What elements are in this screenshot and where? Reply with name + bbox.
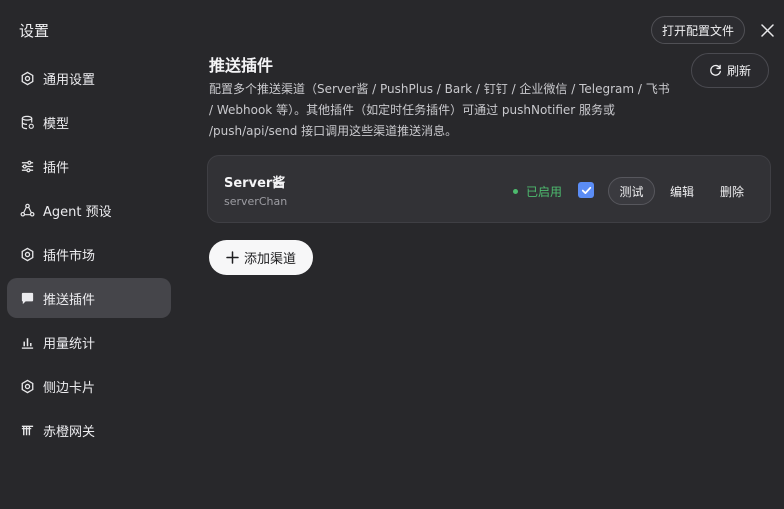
sidebar-item-side-cards[interactable]: 侧边卡片 bbox=[7, 366, 171, 406]
sidebar-item-label: 模型 bbox=[43, 116, 70, 132]
sidebar: 通用设置 模型 插件 Agent 预设 插件市场 推送插件 用量统计 侧边卡片 … bbox=[7, 58, 171, 454]
gear-icon bbox=[19, 378, 35, 394]
page-title: 推送插件 bbox=[209, 56, 274, 75]
channel-id: serverChan bbox=[224, 195, 288, 208]
sidebar-item-usage-stats[interactable]: 用量统计 bbox=[7, 322, 171, 362]
sidebar-item-gateway[interactable]: 赤橙网关 bbox=[7, 410, 171, 450]
sidebar-item-models[interactable]: 模型 bbox=[7, 102, 171, 142]
add-channel-label: 添加渠道 bbox=[243, 252, 296, 267]
database-icon bbox=[19, 114, 35, 130]
sidebar-item-label: Agent 预设 bbox=[43, 204, 112, 220]
sidebar-item-plugin-market[interactable]: 插件市场 bbox=[7, 234, 171, 274]
sidebar-item-label: 赤橙网关 bbox=[43, 424, 96, 440]
refresh-label: 刷新 bbox=[726, 64, 751, 78]
check-icon bbox=[581, 186, 591, 194]
close-button[interactable] bbox=[757, 20, 777, 40]
test-button[interactable]: 测试 bbox=[608, 177, 655, 205]
sliders-icon bbox=[19, 158, 35, 174]
edit-button[interactable]: 编辑 bbox=[670, 183, 694, 200]
refresh-button[interactable]: 刷新 bbox=[691, 53, 769, 88]
agent-icon bbox=[19, 202, 35, 218]
close-icon bbox=[760, 23, 774, 37]
enabled-checkbox[interactable] bbox=[578, 182, 594, 198]
sidebar-item-label: 通用设置 bbox=[43, 72, 96, 88]
refresh-icon bbox=[710, 64, 721, 76]
status-label: 已启用 bbox=[526, 185, 563, 199]
sidebar-item-label: 用量统计 bbox=[43, 336, 96, 352]
channel-card: Server酱 serverChan 已启用 测试 编辑 删除 bbox=[207, 155, 771, 223]
status-dot-icon bbox=[513, 189, 518, 194]
gear-icon bbox=[19, 70, 35, 86]
sidebar-item-label: 插件 bbox=[43, 160, 70, 176]
status-badge: 已启用 bbox=[513, 183, 562, 200]
open-config-file-button[interactable]: 打开配置文件 bbox=[651, 16, 745, 44]
sidebar-item-push-plugins[interactable]: 推送插件 bbox=[7, 278, 171, 318]
gear-icon bbox=[19, 246, 35, 262]
sidebar-item-label: 插件市场 bbox=[43, 248, 96, 264]
plus-icon bbox=[226, 251, 239, 264]
sidebar-item-label: 侧边卡片 bbox=[43, 380, 96, 396]
sidebar-item-plugins[interactable]: 插件 bbox=[7, 146, 171, 186]
page-description: 配置多个推送渠道（Server酱 / PushPlus / Bark / 钉钉 … bbox=[209, 82, 670, 138]
settings-title: 设置 bbox=[19, 22, 50, 40]
delete-button[interactable]: 删除 bbox=[720, 183, 744, 200]
gateway-icon bbox=[19, 422, 35, 438]
bar-chart-icon bbox=[19, 334, 35, 350]
add-channel-button[interactable]: 添加渠道 bbox=[209, 240, 313, 275]
sidebar-item-label: 推送插件 bbox=[43, 292, 96, 308]
channel-name: Server酱 bbox=[224, 176, 286, 191]
sidebar-item-agent-presets[interactable]: Agent 预设 bbox=[7, 190, 171, 230]
sidebar-item-general[interactable]: 通用设置 bbox=[7, 58, 171, 98]
chat-icon bbox=[19, 290, 35, 306]
settings-window: 设置 打开配置文件 通用设置 模型 插件 Agent 预设 插件市场 推送插件 … bbox=[0, 0, 784, 509]
